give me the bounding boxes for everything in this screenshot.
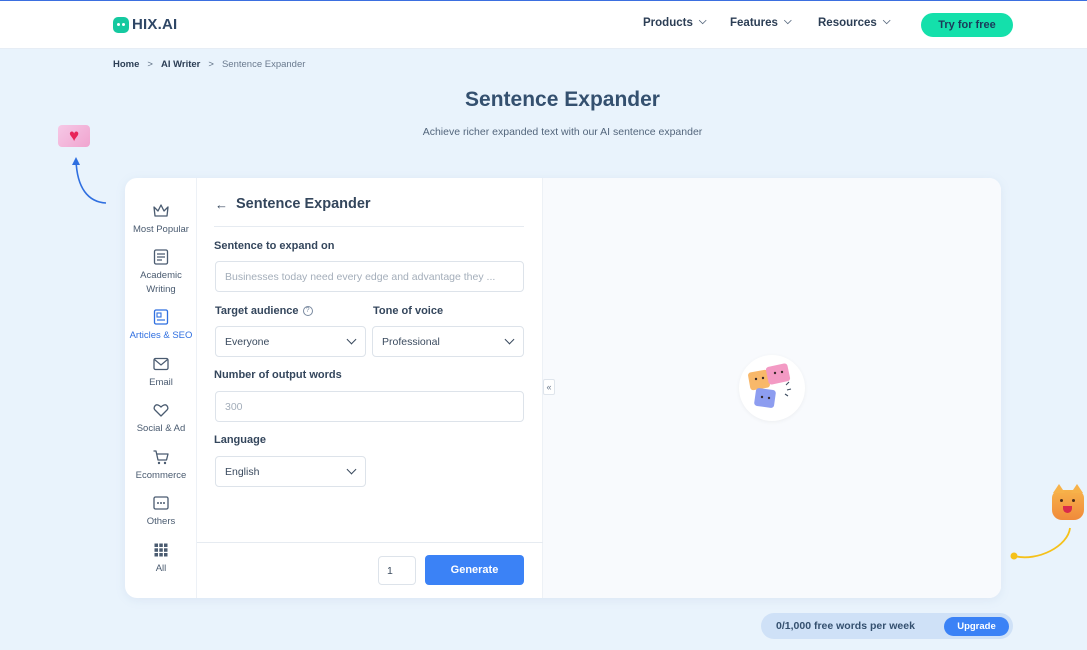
try-for-free-button[interactable]: Try for free xyxy=(921,13,1013,37)
heart-hand-icon xyxy=(153,404,169,417)
logo-icon xyxy=(113,16,129,33)
sidebar-item-label: All xyxy=(155,563,167,574)
page-subtitle: Achieve richer expanded text with our AI… xyxy=(422,126,703,138)
breadcrumb-current: Sentence Expander xyxy=(221,59,306,70)
words-input[interactable]: 300 xyxy=(215,391,524,422)
help-icon[interactable]: ? xyxy=(302,306,313,317)
curved-arrow-decoration xyxy=(72,157,107,204)
collapse-panel-button[interactable]: « xyxy=(543,379,555,395)
chevron-down-icon: ⌵ xyxy=(783,15,792,27)
cat-eye xyxy=(1072,499,1075,502)
more-icon xyxy=(153,496,169,510)
breadcrumb: Home > AI Writer > Sentence Expander xyxy=(113,59,305,70)
document-icon xyxy=(153,249,169,265)
audience-label-text: Target audience xyxy=(215,305,299,317)
nav-products[interactable]: Products ⌵ xyxy=(643,15,707,30)
sidebar-item-label: Others xyxy=(146,516,176,527)
output-count-input[interactable]: 1 xyxy=(378,556,416,585)
cat-decoration xyxy=(1052,484,1084,520)
crown-icon xyxy=(153,204,169,217)
generate-button[interactable]: Generate xyxy=(425,555,524,585)
sidebar-item-all[interactable]: All xyxy=(125,541,197,576)
word-quota-bar: 0/1,000 free words per week Upgrade xyxy=(761,613,1013,639)
chevron-down-icon: ⌵ xyxy=(882,15,891,27)
chevron-down-icon: ⌵ xyxy=(698,15,707,27)
nav-features-label: Features xyxy=(730,17,778,29)
nav-resources-label: Resources xyxy=(818,17,877,29)
words-label: Number of output words xyxy=(214,369,342,381)
heart-envelope-decoration: ♥ xyxy=(58,125,90,147)
audience-value: Everyone xyxy=(225,335,270,348)
tone-value: Professional xyxy=(382,335,440,348)
audience-label: Target audience? xyxy=(215,305,313,317)
tool-card: Most Popular Academic Writing Articles &… xyxy=(125,178,1001,598)
cat-mouth xyxy=(1063,506,1072,513)
audience-select[interactable]: Everyone xyxy=(215,326,366,357)
output-panel: « xyxy=(543,178,1001,598)
brand-name: HIX.AI xyxy=(132,16,178,33)
site-header: HIX.AI Products ⌵ Features ⌵ Resources ⌵… xyxy=(0,1,1087,49)
category-sidebar: Most Popular Academic Writing Articles &… xyxy=(125,178,197,598)
curved-line-decoration xyxy=(1010,527,1071,560)
form-footer-divider xyxy=(197,542,543,543)
article-icon xyxy=(153,309,169,325)
sidebar-item-label: Ecommerce xyxy=(135,470,187,481)
chevron-down-icon xyxy=(504,334,515,345)
sidebar-item-email[interactable]: Email xyxy=(125,355,197,390)
sidebar-item-academic-writing[interactable]: Academic Writing xyxy=(125,248,197,297)
cart-icon xyxy=(153,450,169,465)
form-title: Sentence Expander xyxy=(236,196,371,212)
sentence-label: Sentence to expand on xyxy=(214,240,335,252)
form-header: ← Sentence Expander xyxy=(215,196,371,212)
brand-logo[interactable]: HIX.AI xyxy=(113,16,177,33)
grid-icon xyxy=(154,543,168,557)
language-select[interactable]: English xyxy=(215,456,366,487)
sidebar-item-label: Email xyxy=(149,377,173,388)
breadcrumb-separator: > xyxy=(147,59,153,70)
upgrade-button[interactable]: Upgrade xyxy=(944,617,1009,636)
chevron-down-icon xyxy=(346,334,357,345)
breadcrumb-separator: > xyxy=(208,59,214,70)
sidebar-item-others[interactable]: Others xyxy=(125,494,197,529)
nav-features[interactable]: Features ⌵ xyxy=(730,15,792,30)
sidebar-item-label: Academic Writing xyxy=(140,270,182,295)
cat-eye xyxy=(1060,499,1063,502)
tone-select[interactable]: Professional xyxy=(372,326,524,357)
sidebar-item-social-ad[interactable]: Social & Ad xyxy=(125,401,197,436)
language-label: Language xyxy=(214,434,266,446)
language-value: English xyxy=(225,465,260,478)
breadcrumb-home[interactable]: Home xyxy=(113,59,139,70)
nav-products-label: Products xyxy=(643,17,693,29)
breadcrumb-ai-writer[interactable]: AI Writer xyxy=(161,59,200,70)
sidebar-item-label: Articles & SEO xyxy=(129,330,193,341)
page-title: Sentence Expander xyxy=(465,88,660,111)
back-arrow-icon[interactable]: ← xyxy=(215,197,228,212)
divider xyxy=(214,226,524,227)
sidebar-item-most-popular[interactable]: Most Popular xyxy=(125,202,197,237)
tone-label: Tone of voice xyxy=(373,305,444,317)
sidebar-item-label: Most Popular xyxy=(133,224,189,235)
sidebar-item-articles-seo[interactable]: Articles & SEO xyxy=(125,308,197,343)
chevron-down-icon xyxy=(346,464,357,475)
mail-icon xyxy=(153,357,169,371)
tool-form: ← Sentence Expander Sentence to expand o… xyxy=(197,178,543,598)
sidebar-item-label: Social & Ad xyxy=(136,423,186,434)
sidebar-item-ecommerce[interactable]: Ecommerce xyxy=(125,448,197,483)
puzzle-pieces-icon xyxy=(748,363,792,408)
puzzle-illustration xyxy=(739,355,805,421)
nav-resources[interactable]: Resources ⌵ xyxy=(818,15,891,30)
quota-text: 0/1,000 free words per week xyxy=(776,620,915,632)
sentence-input[interactable]: Businesses today need every edge and adv… xyxy=(215,261,524,292)
